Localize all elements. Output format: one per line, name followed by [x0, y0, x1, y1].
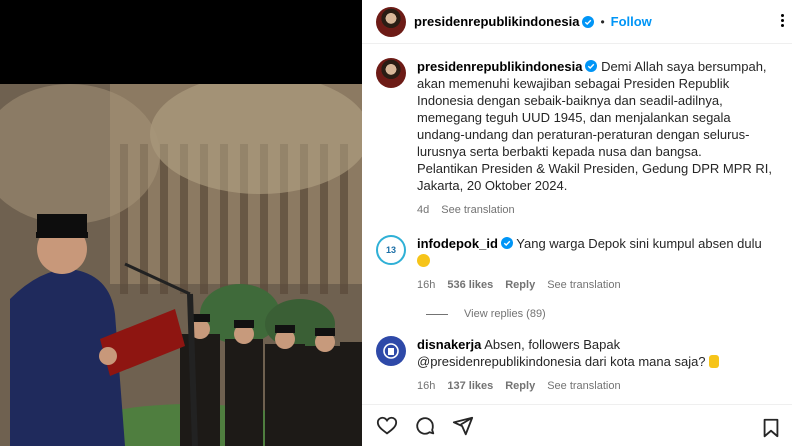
- view-replies-label: View replies (89): [464, 308, 546, 320]
- comment-time[interactable]: 16h: [417, 277, 435, 294]
- caption: presidenrepublikindonesia Demi Allah say…: [376, 58, 778, 219]
- comment-avatar[interactable]: [376, 336, 406, 366]
- see-translation-link[interactable]: See translation: [547, 277, 620, 294]
- comments-area[interactable]: presidenrepublikindonesia Demi Allah say…: [362, 44, 792, 396]
- caption-text-2: Pelantikan Presiden & Wakil Presiden, Ge…: [417, 161, 773, 193]
- instagram-post-view: presidenrepublikindonesia • Follow presi…: [0, 0, 792, 446]
- verified-icon: [500, 237, 513, 249]
- pointing-hand-emoji-icon: [709, 355, 720, 368]
- comment-username[interactable]: disnakerja: [417, 337, 481, 352]
- bookmark-icon[interactable]: [760, 417, 782, 439]
- author-avatar[interactable]: [376, 6, 406, 37]
- more-icon[interactable]: [778, 12, 786, 32]
- comment-item: 13 infodepok_id Yang warga Depok sini ku…: [376, 235, 778, 294]
- comment-avatar[interactable]: 13: [376, 235, 406, 265]
- view-replies-button[interactable]: View replies (89): [426, 308, 778, 320]
- author-username[interactable]: presidenrepublikindonesia: [414, 14, 579, 29]
- comment-likes[interactable]: 536 likes: [447, 277, 493, 294]
- comment-text: Yang warga Depok sini kumpul absen dulu: [516, 236, 762, 251]
- photo-illustration: [0, 84, 362, 446]
- caption-username[interactable]: presidenrepublikindonesia: [417, 59, 582, 74]
- post-media[interactable]: [0, 0, 362, 446]
- replies-line: [426, 313, 448, 315]
- caption-avatar[interactable]: [376, 58, 406, 88]
- reply-button[interactable]: Reply: [505, 378, 535, 395]
- verified-icon: [582, 15, 595, 28]
- comment-likes[interactable]: 137 likes: [447, 378, 493, 395]
- reply-button[interactable]: Reply: [505, 277, 535, 294]
- caption-text: Demi Allah saya bersumpah, akan memenuhi…: [417, 59, 767, 159]
- share-icon[interactable]: [452, 415, 474, 437]
- post-header: presidenrepublikindonesia • Follow: [362, 0, 792, 44]
- see-translation-link[interactable]: See translation: [441, 202, 514, 219]
- comment-time[interactable]: 16h: [417, 378, 435, 395]
- separator-dot: •: [600, 14, 605, 29]
- see-translation-link[interactable]: See translation: [547, 378, 620, 395]
- caption-time[interactable]: 4d: [417, 202, 429, 219]
- post-panel: presidenrepublikindonesia • Follow presi…: [362, 0, 792, 446]
- grin-emoji-icon: [417, 254, 430, 267]
- verified-icon: [585, 60, 598, 72]
- action-bar: [362, 404, 792, 446]
- comment-item: disnakerja Absen, followers Bapak @presi…: [376, 336, 778, 395]
- comment-username[interactable]: infodepok_id: [417, 236, 498, 251]
- follow-button[interactable]: Follow: [611, 14, 652, 29]
- comment-icon[interactable]: [414, 415, 436, 437]
- heart-icon[interactable]: [376, 415, 398, 437]
- post-photo[interactable]: [0, 84, 362, 446]
